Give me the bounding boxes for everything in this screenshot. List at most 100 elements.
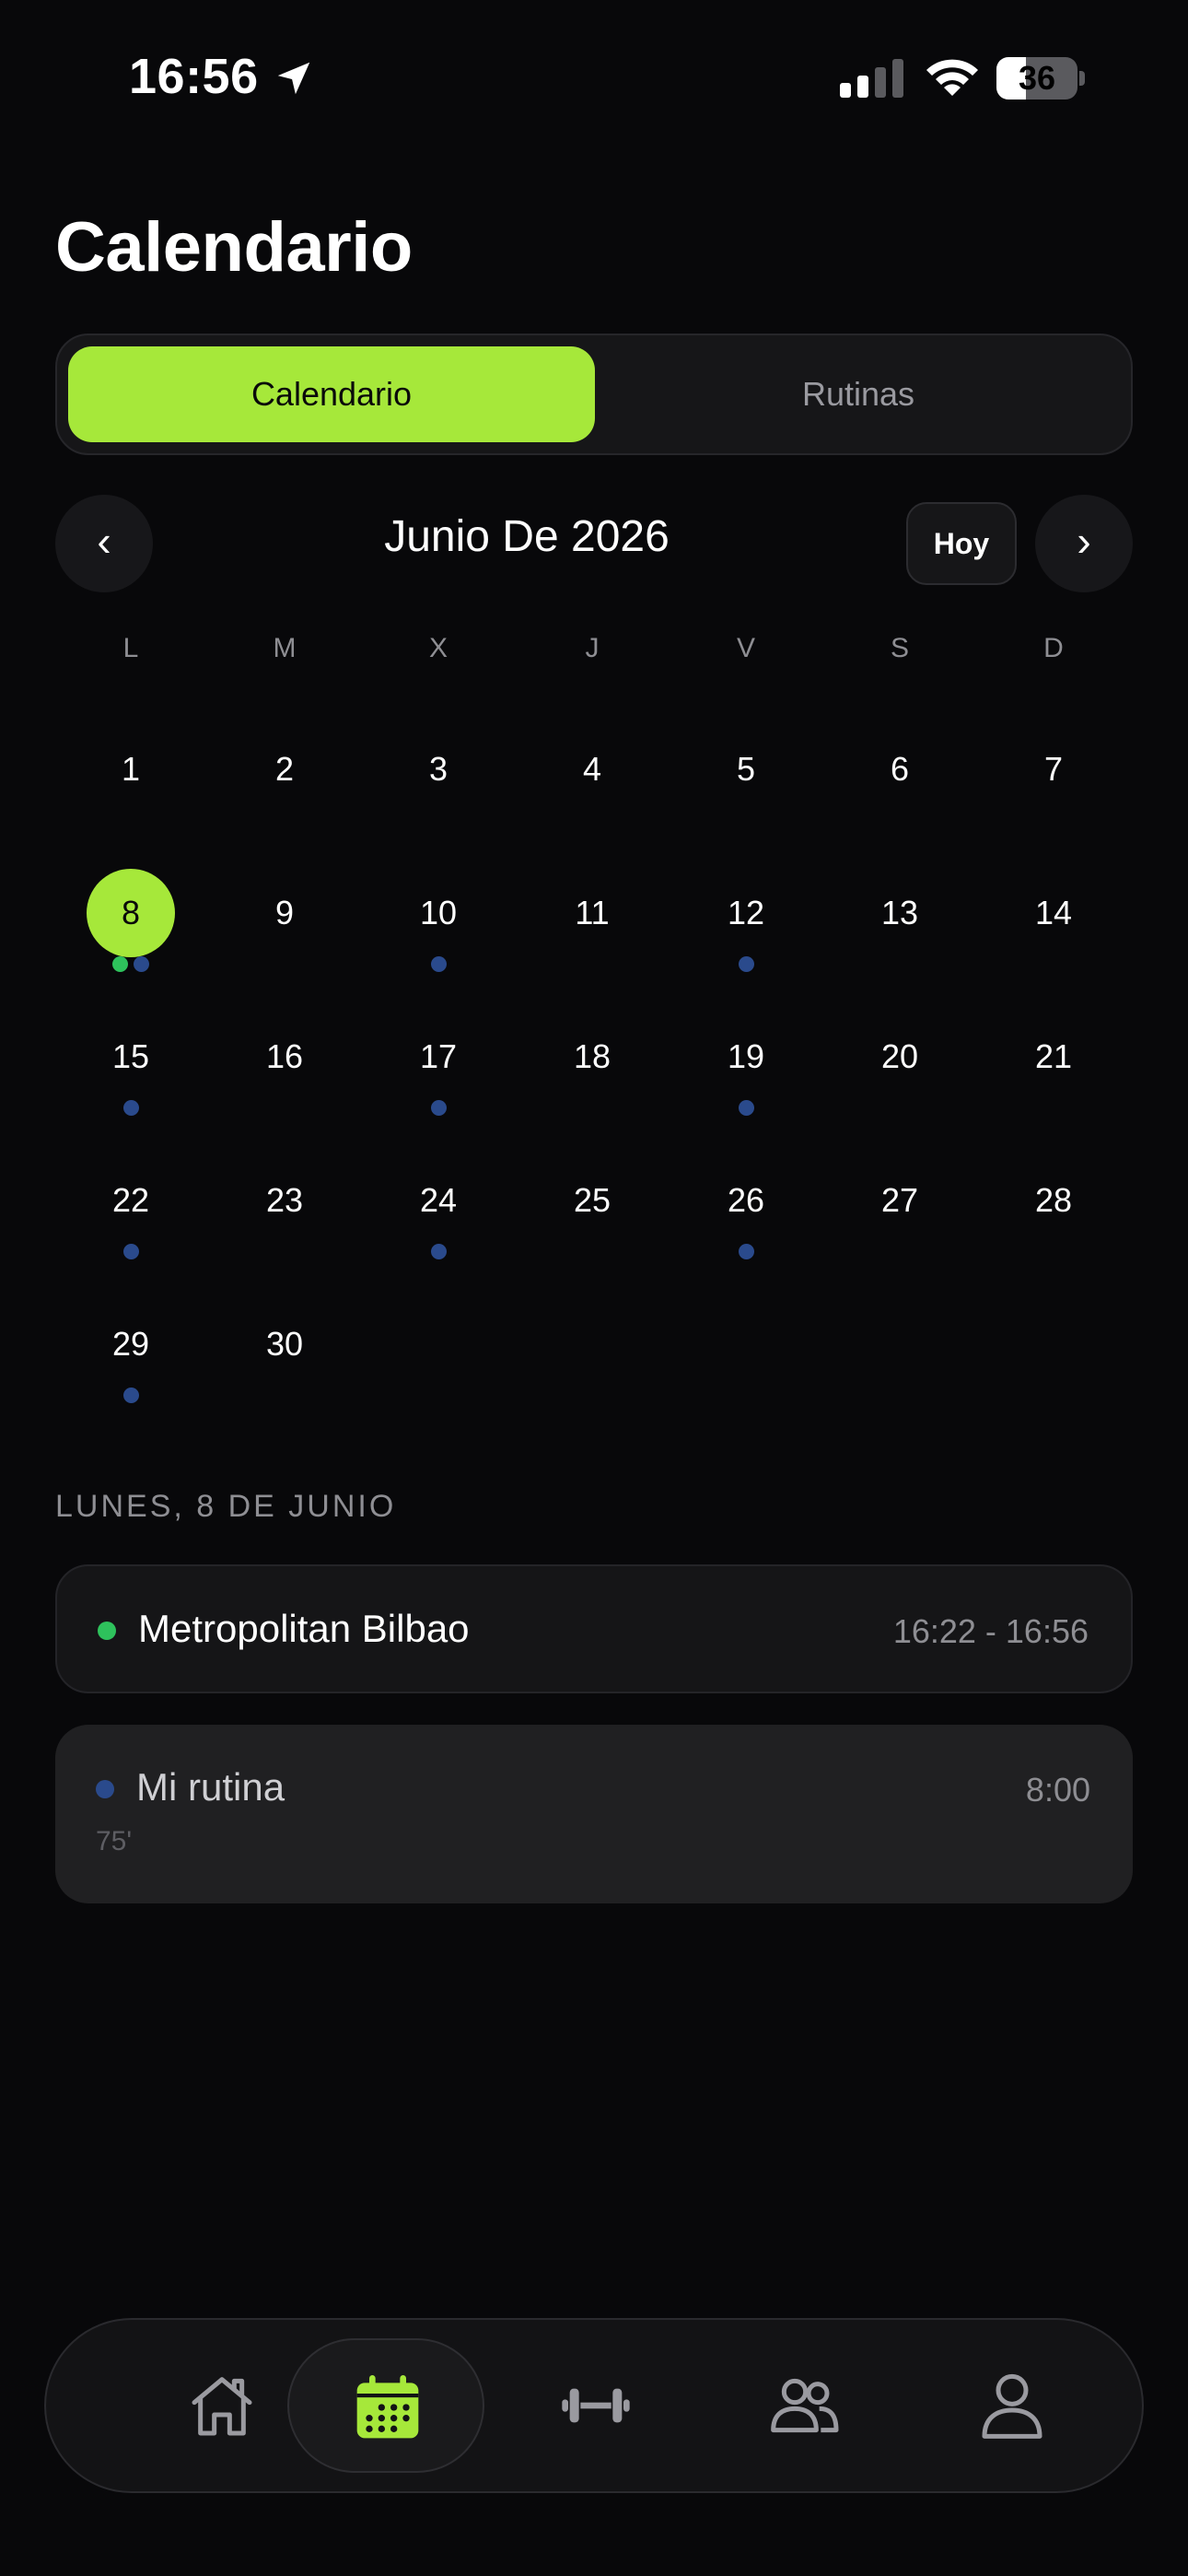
dumbbell-icon <box>562 2388 630 2423</box>
calendar-day[interactable]: 28 <box>998 1156 1109 1285</box>
day-number: 25 <box>573 1181 611 1219</box>
screen: 16:56 36 Calendario Calendario Rutinas ‹… <box>0 0 1188 2576</box>
tab-community[interactable] <box>705 2338 903 2473</box>
tab-profile[interactable] <box>914 2338 1111 2473</box>
event-dots <box>691 1100 801 1118</box>
day-number: 30 <box>265 1325 304 1363</box>
status-time: 16:56 <box>129 49 259 104</box>
event-dots <box>383 1244 494 1262</box>
today-button[interactable]: Hoy <box>906 502 1017 585</box>
calendar-day[interactable]: 12 <box>691 869 801 998</box>
weekday-label: L <box>122 633 139 663</box>
weekday-label: D <box>1043 633 1064 663</box>
day-number: 17 <box>419 1037 458 1075</box>
chevron-right-icon: › <box>1077 517 1091 565</box>
calendar-day[interactable]: 10 <box>383 869 494 998</box>
segment-calendario[interactable]: Calendario <box>68 346 595 442</box>
day-number: 18 <box>573 1037 611 1075</box>
event-dot-blue <box>738 1100 754 1116</box>
event-dot-blue <box>738 1244 754 1259</box>
calendar-day[interactable]: 29 <box>76 1300 186 1429</box>
home-icon <box>192 2377 252 2436</box>
day-number: 11 <box>575 894 610 931</box>
calendar-day[interactable]: 24 <box>383 1156 494 1285</box>
calendar-day[interactable]: 18 <box>537 1013 647 1142</box>
event-card[interactable]: Metropolitan Bilbao 16:22 - 16:56 <box>55 1564 1133 1693</box>
location-arrow-icon <box>277 62 310 95</box>
calendar-day[interactable]: 4 <box>537 725 647 854</box>
selected-date-label: LUNES, 8 DE JUNIO <box>55 1489 397 1524</box>
calendar-day[interactable]: 30 <box>229 1300 340 1429</box>
calendar-day[interactable]: 14 <box>998 869 1109 998</box>
profile-icon <box>982 2373 1042 2439</box>
event-dot-blue <box>122 1388 139 1403</box>
calendar-day[interactable]: 17 <box>383 1013 494 1142</box>
calendar-day[interactable]: 22 <box>76 1156 186 1285</box>
day-number: 26 <box>727 1181 765 1219</box>
page-title: Calendario <box>55 208 413 287</box>
day-number: 28 <box>1034 1181 1073 1219</box>
day-number: 13 <box>880 894 919 931</box>
calendar-day-selected[interactable]: 8 <box>76 869 186 998</box>
tab-workouts[interactable] <box>497 2338 694 2473</box>
day-number: 14 <box>1034 894 1073 931</box>
event-dot-green <box>112 956 128 972</box>
day-number: 6 <box>890 750 910 788</box>
prev-month-button[interactable]: ‹ <box>55 495 153 592</box>
calendar-day[interactable]: 9 <box>229 869 340 998</box>
weekday-label: V <box>736 633 755 663</box>
calendar-day[interactable]: 13 <box>844 869 955 998</box>
tab-bar <box>44 2318 1144 2493</box>
day-number: 16 <box>265 1037 304 1075</box>
calendar-day[interactable]: 2 <box>229 725 340 854</box>
weekday-label: J <box>585 633 600 663</box>
event-dots <box>76 1388 186 1406</box>
calendar-day[interactable]: 27 <box>844 1156 955 1285</box>
calendar-day[interactable]: 6 <box>844 725 955 854</box>
event-duration: 75' <box>96 1826 133 1856</box>
view-segmented-control: Calendario Rutinas <box>55 334 1133 455</box>
calendar-day[interactable]: 23 <box>229 1156 340 1285</box>
calendar-day[interactable]: 5 <box>691 725 801 854</box>
chevron-left-icon: ‹ <box>97 517 111 565</box>
event-title: Mi rutina <box>136 1765 285 1809</box>
battery-level: 36 <box>1018 59 1056 97</box>
next-month-button[interactable]: › <box>1035 495 1133 592</box>
calendar-day[interactable]: 20 <box>844 1013 955 1142</box>
event-dots <box>383 956 494 975</box>
event-time: 8:00 <box>1025 1771 1090 1809</box>
tab-calendar[interactable] <box>287 2338 484 2473</box>
day-number: 9 <box>274 894 295 931</box>
day-number: 7 <box>1043 750 1064 788</box>
calendar-day[interactable]: 19 <box>691 1013 801 1142</box>
day-number: 15 <box>111 1037 150 1075</box>
day-number: 2 <box>274 750 295 788</box>
wifi-icon <box>926 59 978 96</box>
calendar-day[interactable]: 3 <box>383 725 494 854</box>
weekday-label: S <box>890 633 909 663</box>
calendar-day[interactable]: 25 <box>537 1156 647 1285</box>
event-dot-blue <box>738 956 754 972</box>
calendar-day[interactable]: 1 <box>76 725 186 854</box>
people-icon <box>771 2378 839 2433</box>
event-time: 16:22 - 16:56 <box>892 1612 1089 1650</box>
routine-card[interactable]: Mi rutina 8:00 75' <box>55 1725 1133 1903</box>
event-dots <box>691 956 801 975</box>
day-number: 24 <box>419 1181 458 1219</box>
event-dot-blue <box>430 956 447 972</box>
month-title: Junio De 2026 <box>384 512 670 561</box>
calendar-day[interactable]: 16 <box>229 1013 340 1142</box>
event-status-dot <box>96 1780 114 1798</box>
calendar-day[interactable]: 21 <box>998 1013 1109 1142</box>
calendar-icon <box>356 2375 419 2439</box>
weekday-label: M <box>273 633 297 663</box>
segment-rutinas[interactable]: Rutinas <box>595 346 1122 442</box>
event-dot-blue <box>430 1100 447 1116</box>
calendar-day[interactable]: 26 <box>691 1156 801 1285</box>
calendar-day[interactable]: 11 <box>537 869 647 998</box>
weekday-label: X <box>428 633 448 663</box>
calendar-day[interactable]: 7 <box>998 725 1109 854</box>
day-number: 20 <box>880 1037 919 1075</box>
calendar-day[interactable]: 15 <box>76 1013 186 1142</box>
event-dot-blue <box>430 1244 447 1259</box>
